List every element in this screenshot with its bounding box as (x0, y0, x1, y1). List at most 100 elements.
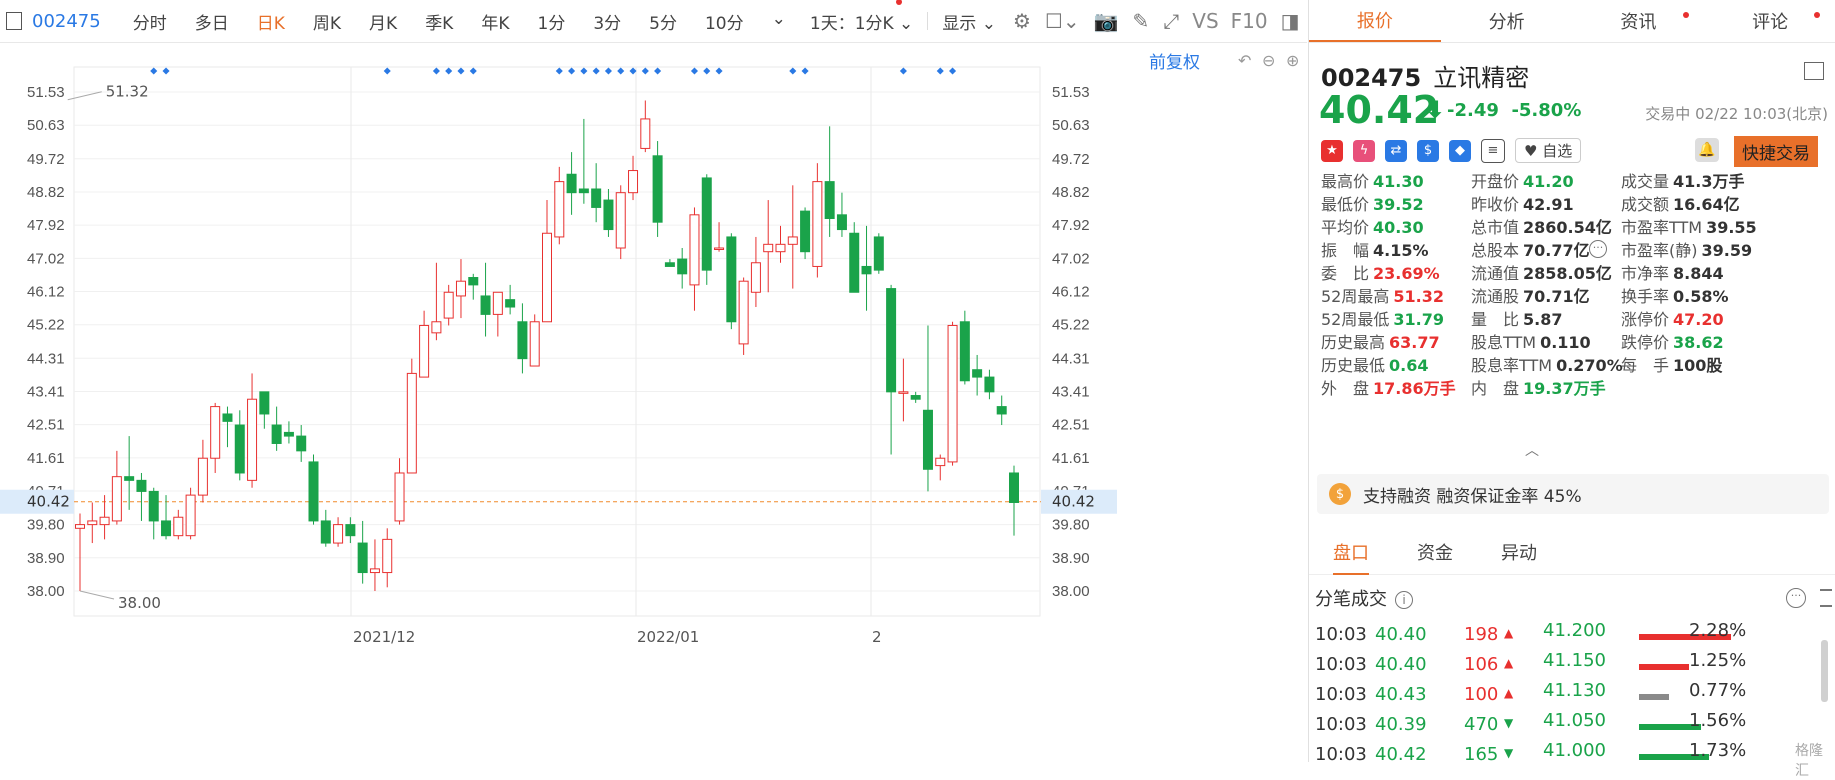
period-tab[interactable]: 季K (411, 9, 467, 34)
interval-select[interactable]: 1天：1分K ⌄ (800, 0, 923, 34)
event-marker (617, 67, 625, 75)
y-tick-label-left: 46.12 (27, 284, 65, 301)
quote-field: 流通值 2858.05亿 (1471, 264, 1612, 283)
event-marker (703, 67, 711, 75)
period-tab[interactable]: 1分 (524, 9, 580, 34)
candle-body (492, 291, 503, 315)
layout-icon[interactable]: ☐⌄ (1045, 9, 1080, 33)
panel-toggle-icon[interactable]: ◨ (1281, 9, 1300, 33)
quote-field: 每 手 100股 (1621, 356, 1723, 375)
menu-icon[interactable] (1820, 589, 1832, 607)
restore-rights-button[interactable]: 前复权 (1149, 48, 1200, 73)
quote-field: 最高价 41.30 (1321, 172, 1424, 191)
china-flag-icon[interactable]: ★ (1321, 139, 1343, 162)
kline-chart[interactable]: 51.53 51.53 50.63 50.63 49.72 49.72 48.82 48.82… (0, 43, 1307, 762)
tab-comments[interactable]: 评论 (1704, 0, 1835, 42)
sidebar-toggle-icon[interactable] (6, 12, 22, 30)
collapse-chevron-icon[interactable]: ︿ (1525, 440, 1539, 460)
vs-button[interactable]: VS (1192, 9, 1218, 33)
up-triangle-icon: ▲ (1504, 686, 1514, 700)
candle-body (701, 177, 712, 271)
fullscreen-icon[interactable]: ⤢ (1163, 9, 1179, 33)
period-tab[interactable]: 3分 (579, 9, 635, 34)
tag-icon[interactable]: ◆ (1449, 139, 1471, 162)
zoom-in-icon[interactable]: ⊕ (1286, 51, 1299, 70)
candle-body (922, 409, 933, 470)
scrollbar[interactable] (1821, 640, 1828, 702)
candle-body (259, 391, 270, 415)
quote-field: 52周最低 31.79 (1321, 310, 1444, 329)
tab-quote[interactable]: 报价 (1309, 0, 1441, 42)
more-icon[interactable]: ··· (1786, 588, 1806, 608)
trade-volume: 470 (1464, 714, 1499, 735)
level-price: 41.050 (1543, 710, 1606, 731)
camera-icon[interactable]: 📷 (1094, 9, 1119, 33)
candle-body (308, 461, 319, 522)
level-pct: 2.28% (1689, 620, 1747, 641)
more-options-icon[interactable]: ··· (1589, 240, 1607, 258)
trading-status: 交易中 02/22 10:03(北京) (1645, 105, 1828, 123)
candle-body (812, 181, 823, 267)
tab-movement[interactable]: 异动 (1477, 530, 1561, 574)
y-tick-label-left: 44.31 (27, 350, 65, 367)
tab-funds[interactable]: 资金 (1393, 530, 1477, 574)
period-tab[interactable]: 分时 (119, 9, 181, 34)
doc-icon[interactable]: ≡ (1481, 138, 1505, 163)
tab-orderbook[interactable]: 盘口 (1309, 530, 1393, 575)
quote-tabs: 报价 分析 资讯 评论 (1309, 0, 1835, 43)
info-icon[interactable]: i (1395, 591, 1413, 609)
candle-body (148, 490, 159, 522)
candle-body (984, 376, 995, 393)
zoom-out-icon[interactable]: ⊖ (1262, 51, 1275, 70)
event-marker (654, 67, 662, 75)
candle-body (419, 324, 430, 378)
y-tick-label-right: 42.51 (1052, 417, 1090, 434)
dollar-icon[interactable]: $ (1417, 139, 1439, 162)
tab-news[interactable]: 资讯 (1573, 0, 1705, 42)
down-arrow-icon: ⬇ (1425, 96, 1446, 124)
period-tab[interactable]: 月K (355, 9, 411, 34)
y-tick-label-left: 45.22 (27, 317, 65, 334)
quick-trade-button[interactable]: 快捷交易 (1734, 136, 1818, 167)
list-icon[interactable] (1804, 62, 1824, 80)
period-tab[interactable]: 10分 (691, 9, 758, 34)
trade-time: 10:03 (1315, 684, 1367, 705)
period-tab[interactable]: 年K (467, 9, 523, 34)
period-tab[interactable]: 5分 (635, 9, 691, 34)
candle-body (517, 321, 528, 360)
y-tick-label-left: 47.02 (27, 250, 65, 267)
period-tab[interactable]: 周K (299, 9, 355, 34)
x-date-label: 2 (872, 628, 882, 646)
undo-icon[interactable]: ↶ (1238, 51, 1251, 70)
event-marker (457, 67, 465, 75)
settings-icon[interactable]: ⚙ (1013, 9, 1031, 33)
quote-field: 外 盘 17.86万手 (1321, 379, 1456, 398)
chevron-down-icon[interactable]: ⌄ (758, 9, 800, 34)
shuffle-icon[interactable]: ⇄ (1385, 139, 1407, 162)
candle-body (996, 406, 1007, 415)
f10-button[interactable]: F10 (1231, 9, 1268, 33)
kline-chart-area[interactable]: 51.53 51.53 50.63 50.63 49.72 49.72 48.82 48.82… (0, 43, 1307, 762)
candle-body (185, 494, 196, 537)
candle-body (836, 214, 847, 231)
y-tick-label-right: 47.02 (1052, 250, 1090, 267)
level-pct: 1.25% (1689, 650, 1747, 671)
ratio-bar (1639, 694, 1669, 700)
period-tab[interactable]: 日K (243, 9, 299, 34)
candle-body (124, 476, 135, 481)
candle-body (111, 476, 122, 522)
up-triangle-icon: ▲ (1504, 626, 1514, 640)
pencil-icon[interactable]: ✎ (1133, 9, 1150, 33)
tab-analysis[interactable]: 分析 (1441, 0, 1573, 42)
bell-icon[interactable]: 🔔 (1695, 138, 1719, 162)
add-watchlist-button[interactable]: ♥ 自选 (1515, 138, 1582, 163)
candle-body (591, 188, 602, 208)
period-tab[interactable]: 多日 (181, 9, 243, 34)
lightning-icon[interactable]: ϟ (1353, 139, 1375, 162)
candle-body (677, 258, 688, 275)
low-label: 38.00 (118, 594, 161, 612)
level-pct: 1.56% (1689, 710, 1747, 731)
y-tick-label-right: 49.72 (1052, 151, 1090, 168)
display-select[interactable]: 显示 ⌄ (932, 9, 1006, 34)
trade-row: 10:03 40.39 470 ▼ 41.050 1.56% (1309, 710, 1835, 740)
